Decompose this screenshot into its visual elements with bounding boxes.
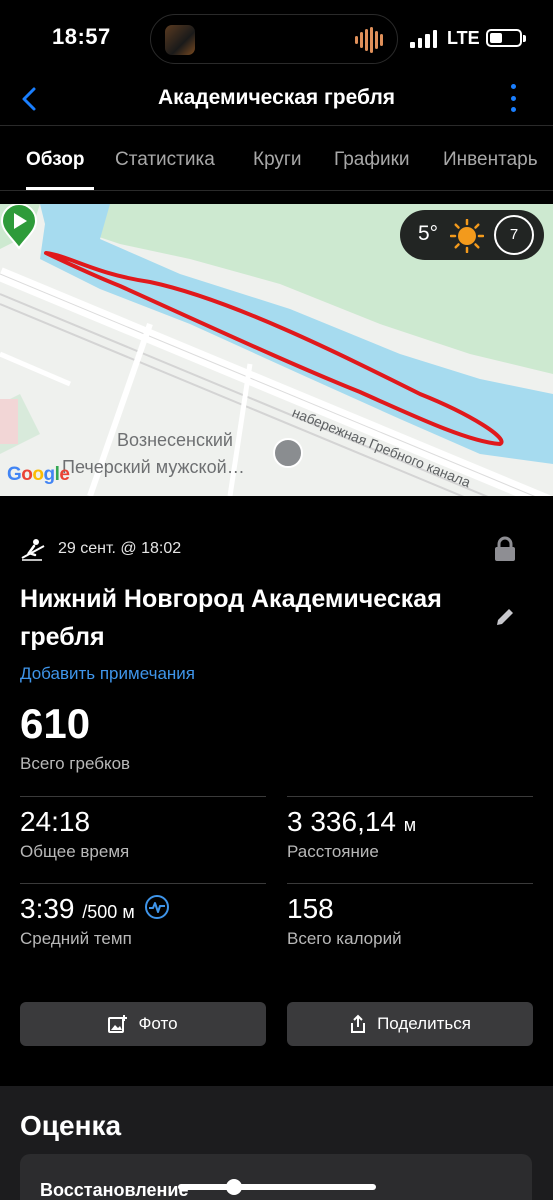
- tab-gear[interactable]: Инвентарь: [443, 149, 538, 171]
- total-time-label: Общее время: [20, 842, 130, 861]
- distance-label: Расстояние: [287, 842, 379, 861]
- weather-badge[interactable]: 5° 7: [400, 210, 544, 260]
- page-title: Академическая гребля: [157, 86, 396, 109]
- edit-pencil-icon[interactable]: [494, 606, 516, 628]
- rating-section: Оценка Восстановление: [0, 1086, 553, 1200]
- tab-overview[interactable]: Обзор: [26, 149, 84, 171]
- recovery-label: Восстановление: [40, 1180, 189, 1200]
- share-button[interactable]: Поделиться: [287, 1002, 533, 1046]
- cellular-signal-icon: [410, 30, 440, 48]
- clock: 18:57: [52, 24, 111, 49]
- active-tab-indicator: [26, 187, 94, 190]
- total-strokes-label: Всего гребков: [20, 754, 131, 773]
- tab-statistics[interactable]: Статистика: [115, 149, 215, 171]
- network-type: LTE: [447, 28, 480, 48]
- audio-waveform-icon: [355, 27, 383, 53]
- tab-bar: Обзор Статистика Круги Графики Инвентарь: [0, 127, 553, 191]
- divider: [20, 796, 266, 797]
- calories-value: 158: [287, 893, 334, 924]
- divider: [287, 796, 533, 797]
- pace-chart-icon[interactable]: [144, 894, 170, 920]
- activity-title[interactable]: Нижний Новгород Академическая гребля: [20, 580, 480, 656]
- map-poi-label: Печерский мужской…: [62, 457, 245, 477]
- avg-pace-unit: /500 м: [82, 902, 135, 922]
- map-poi-label: Вознесенский: [117, 430, 233, 450]
- battery-icon: [486, 29, 526, 47]
- avg-pace-value: 3:39 /500 м: [20, 893, 170, 925]
- activity-date: 29 сент. @ 18:02: [58, 540, 182, 557]
- share-label: Поделиться: [377, 1014, 471, 1033]
- google-logo: Google: [7, 464, 70, 485]
- start-pin-icon: [0, 204, 38, 250]
- more-options-icon[interactable]: [509, 84, 517, 112]
- share-icon: [351, 1014, 366, 1033]
- church-poi-icon: [273, 438, 303, 468]
- slider-thumb[interactable]: [226, 1179, 242, 1195]
- weather-temperature: 5°: [418, 222, 439, 245]
- tab-charts[interactable]: Графики: [334, 149, 410, 171]
- add-photo-button[interactable]: Фото: [20, 1002, 266, 1046]
- add-notes-link[interactable]: Добавить примечания: [20, 664, 195, 684]
- lock-icon[interactable]: [494, 536, 516, 562]
- navigation-bar: Академическая гребля: [0, 78, 553, 126]
- total-strokes-value: 610: [20, 700, 91, 747]
- home-indicator[interactable]: [178, 1184, 376, 1190]
- rowing-icon: [21, 539, 45, 561]
- add-photo-label: Фото: [138, 1014, 178, 1033]
- divider: [20, 883, 266, 884]
- dynamic-island[interactable]: [150, 14, 398, 64]
- wind-dial-icon: 7: [494, 215, 534, 255]
- avg-pace-label: Средний темп: [20, 929, 132, 948]
- add-photo-icon: [108, 1015, 128, 1033]
- distance-value: 3 336,14 м: [287, 806, 417, 837]
- now-playing-artwork: [165, 25, 195, 55]
- wind-speed: 7: [509, 226, 519, 243]
- route-map[interactable]: 5° 7 Вознесенский Печерский мужской… наб…: [0, 204, 553, 496]
- divider: [287, 883, 533, 884]
- calories-label: Всего калорий: [287, 929, 402, 948]
- tab-laps[interactable]: Круги: [253, 149, 301, 171]
- total-time-value: 24:18: [20, 806, 91, 837]
- recovery-card[interactable]: Восстановление: [20, 1154, 532, 1200]
- rating-heading: Оценка: [20, 1110, 122, 1141]
- sun-icon: [450, 219, 484, 253]
- status-bar: 18:57 LTE: [0, 0, 553, 78]
- distance-unit: м: [403, 815, 417, 835]
